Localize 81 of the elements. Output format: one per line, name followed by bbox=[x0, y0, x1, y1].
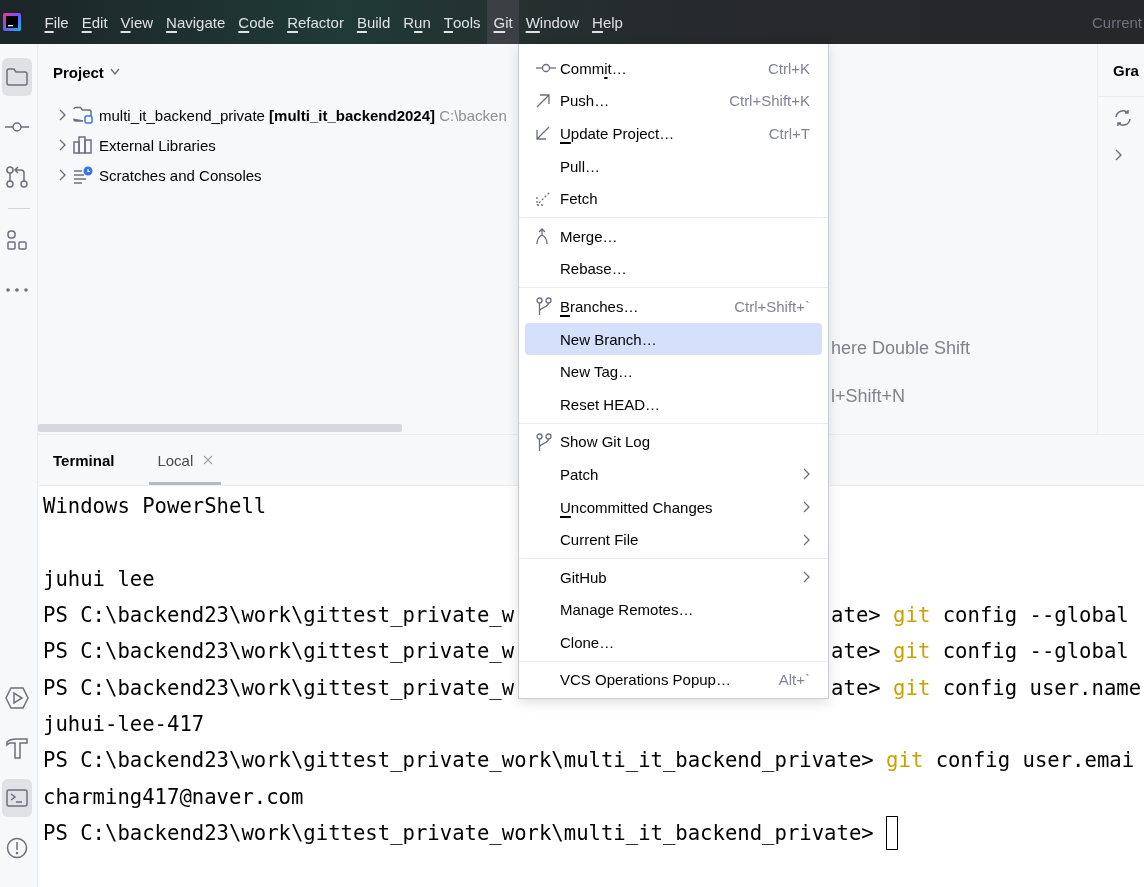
menu-item[interactable]: Window bbox=[519, 0, 586, 44]
chevron-icon[interactable] bbox=[1113, 149, 1123, 161]
menu-item[interactable]: Update Project… Ctrl+T bbox=[525, 117, 822, 150]
run-icon bbox=[4, 687, 29, 709]
tree-item[interactable]: multi_it_backend_private [multi_it_backend2024] C:\backen bbox=[99, 106, 507, 124]
terminal-command: ate> git config user.name bbox=[831, 675, 1142, 700]
tool-window-button[interactable] bbox=[1, 779, 32, 817]
terminal-prompt: PS C:\backend23\work\gittest_private_w bbox=[43, 675, 515, 700]
terminal-command: PS C:\backend23\work\gittest_private_work\multi_it_backend_private> git config user.emai bbox=[43, 748, 1135, 773]
chevron-icon[interactable] bbox=[57, 169, 67, 181]
menu-item[interactable]: Merge… bbox=[525, 219, 822, 253]
menu-item[interactable]: Build bbox=[350, 0, 397, 44]
terminal-output: juhui lee bbox=[43, 566, 155, 591]
tree-item[interactable]: Scratches and Consoles bbox=[99, 166, 262, 184]
menu-item[interactable]: Navigate bbox=[159, 0, 232, 44]
menu-item[interactable]: Fetch bbox=[525, 182, 822, 215]
menu-item[interactable]: Run bbox=[396, 0, 438, 44]
branch-icon bbox=[536, 432, 552, 451]
menu-item[interactable]: Rebase… bbox=[525, 252, 822, 286]
commit-icon bbox=[536, 63, 556, 74]
terminal-command: ate> git config --global bbox=[831, 639, 1129, 664]
chevron-icon[interactable] bbox=[57, 109, 67, 121]
menu-item[interactable]: Show Git Log bbox=[525, 425, 822, 459]
dashed-arrow-icon bbox=[536, 191, 550, 206]
menu-item[interactable]: File bbox=[38, 0, 76, 44]
refresh-icon[interactable] bbox=[1113, 109, 1133, 127]
panel-title[interactable]: Gra bbox=[1113, 61, 1139, 79]
menu-item[interactable]: View bbox=[114, 0, 160, 44]
arrow-icon bbox=[536, 126, 550, 141]
scratches-icon bbox=[73, 166, 93, 184]
close-icon[interactable] bbox=[203, 455, 214, 465]
folder-icon bbox=[5, 68, 28, 86]
menu-item[interactable]: GitHub bbox=[525, 560, 822, 594]
library-icon bbox=[73, 136, 93, 154]
terminal-prompt: PS C:\backend23\work\gittest_private_w bbox=[43, 603, 515, 628]
menu-item[interactable]: New Branch… bbox=[525, 322, 822, 356]
more-icon bbox=[5, 288, 28, 292]
terminal-command: PS C:\backend23\work\gittest_private_work\multi_it_backend_private> bbox=[43, 820, 874, 845]
pull-request-icon bbox=[5, 166, 28, 188]
chevron-icon[interactable] bbox=[57, 139, 67, 151]
arrow-icon bbox=[536, 93, 550, 108]
menu-item[interactable]: Pull… bbox=[525, 149, 822, 183]
folder-icon bbox=[73, 106, 93, 124]
panel-title: Terminal bbox=[53, 451, 115, 469]
menu-item[interactable]: Patch bbox=[525, 458, 822, 491]
terminal-icon bbox=[5, 789, 28, 807]
chevron-icon[interactable] bbox=[109, 66, 120, 78]
menu-item[interactable]: Uncommitted Changes bbox=[525, 490, 822, 524]
terminal-output: juhui-lee-417 bbox=[43, 711, 205, 736]
app-logo-icon[interactable] bbox=[3, 13, 21, 31]
scrollbar[interactable] bbox=[38, 424, 402, 432]
problems-icon bbox=[5, 837, 28, 859]
menu-item[interactable]: Clone… bbox=[525, 626, 822, 659]
terminal-command: ate> git config --global bbox=[831, 603, 1129, 628]
commit-icon bbox=[4, 122, 29, 132]
terminal-output: Windows PowerShell bbox=[43, 494, 267, 519]
menu-item[interactable]: Code bbox=[231, 0, 281, 44]
hammer-icon bbox=[5, 737, 28, 759]
menu-item[interactable]: Tools bbox=[437, 0, 487, 44]
menu-item[interactable]: Help bbox=[585, 0, 630, 44]
terminal-prompt: PS C:\backend23\work\gittest_private_w bbox=[43, 639, 515, 664]
menu-item[interactable]: New Tag… bbox=[525, 355, 822, 388]
menu-item[interactable]: Commit… Ctrl+K bbox=[525, 52, 822, 85]
menu-item[interactable]: Git bbox=[487, 0, 520, 44]
menu-item[interactable]: Reset HEAD… bbox=[525, 387, 822, 421]
menu-item[interactable]: Push… Ctrl+Shift+K bbox=[525, 84, 822, 118]
menu-item[interactable]: Edit bbox=[75, 0, 115, 44]
menu-item[interactable]: Current File bbox=[525, 523, 822, 556]
tree-item[interactable]: External Libraries bbox=[99, 136, 216, 154]
tool-window-button[interactable] bbox=[1, 58, 32, 96]
merge-icon bbox=[536, 228, 548, 245]
menu-item[interactable]: Manage Remotes… bbox=[525, 593, 822, 627]
panel-title[interactable]: Project bbox=[53, 63, 104, 81]
menu-item[interactable]: VCS Operations Popup… Alt+` bbox=[525, 663, 822, 697]
menu-item[interactable]: Branches… Ctrl+Shift+` bbox=[525, 290, 822, 323]
terminal-output: charming417@naver.com bbox=[43, 784, 304, 809]
branch-icon bbox=[536, 297, 552, 316]
editor-hint: l+Shift+N bbox=[831, 386, 907, 407]
editor-hint: here Double Shift bbox=[831, 338, 972, 359]
structure-icon bbox=[6, 230, 27, 250]
menu-item[interactable]: Refactor bbox=[280, 0, 351, 44]
